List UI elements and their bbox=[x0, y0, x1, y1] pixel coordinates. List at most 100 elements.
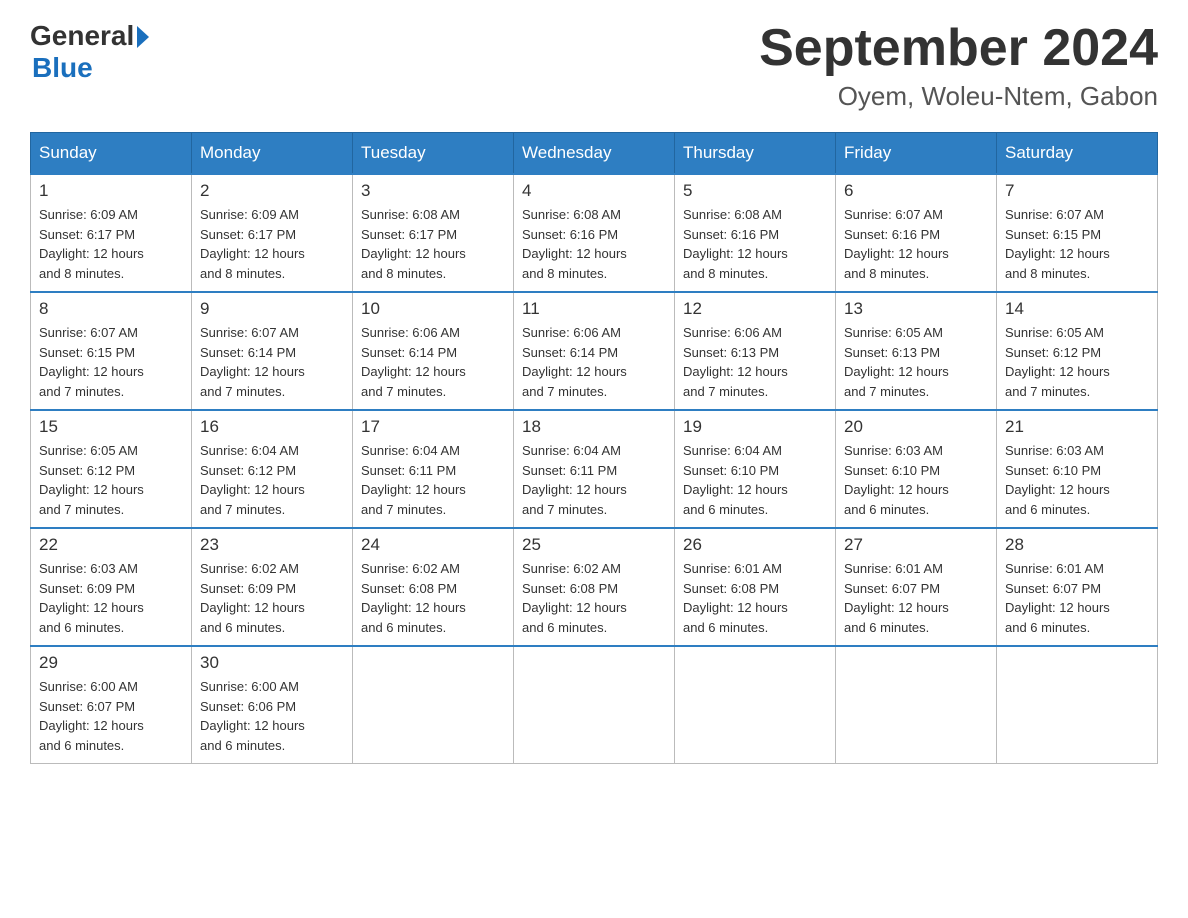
sunrise-label: Sunrise: 6:02 AM bbox=[522, 561, 621, 576]
table-row bbox=[836, 646, 997, 764]
sunset-label: Sunset: 6:08 PM bbox=[683, 581, 779, 596]
day-info: Sunrise: 6:02 AM Sunset: 6:08 PM Dayligh… bbox=[522, 559, 666, 637]
table-row: 16 Sunrise: 6:04 AM Sunset: 6:12 PM Dayl… bbox=[192, 410, 353, 528]
daylight-minutes: and 6 minutes. bbox=[39, 738, 124, 753]
day-info: Sunrise: 6:07 AM Sunset: 6:16 PM Dayligh… bbox=[844, 205, 988, 283]
sunset-label: Sunset: 6:09 PM bbox=[200, 581, 296, 596]
day-info: Sunrise: 6:03 AM Sunset: 6:09 PM Dayligh… bbox=[39, 559, 183, 637]
day-number: 6 bbox=[844, 181, 988, 201]
sunset-label: Sunset: 6:12 PM bbox=[200, 463, 296, 478]
day-number: 19 bbox=[683, 417, 827, 437]
table-row: 18 Sunrise: 6:04 AM Sunset: 6:11 PM Dayl… bbox=[514, 410, 675, 528]
daylight-minutes: and 7 minutes. bbox=[39, 384, 124, 399]
day-number: 22 bbox=[39, 535, 183, 555]
day-number: 30 bbox=[200, 653, 344, 673]
daylight-minutes: and 6 minutes. bbox=[683, 502, 768, 517]
daylight-label: Daylight: 12 hours bbox=[1005, 246, 1110, 261]
day-info: Sunrise: 6:02 AM Sunset: 6:08 PM Dayligh… bbox=[361, 559, 505, 637]
table-row: 23 Sunrise: 6:02 AM Sunset: 6:09 PM Dayl… bbox=[192, 528, 353, 646]
day-number: 12 bbox=[683, 299, 827, 319]
daylight-label: Daylight: 12 hours bbox=[844, 246, 949, 261]
sunrise-label: Sunrise: 6:07 AM bbox=[1005, 207, 1104, 222]
daylight-minutes: and 6 minutes. bbox=[1005, 620, 1090, 635]
sunrise-label: Sunrise: 6:01 AM bbox=[1005, 561, 1104, 576]
day-number: 25 bbox=[522, 535, 666, 555]
table-row: 29 Sunrise: 6:00 AM Sunset: 6:07 PM Dayl… bbox=[31, 646, 192, 764]
sunrise-label: Sunrise: 6:02 AM bbox=[200, 561, 299, 576]
sunset-label: Sunset: 6:11 PM bbox=[522, 463, 617, 478]
day-number: 29 bbox=[39, 653, 183, 673]
daylight-label: Daylight: 12 hours bbox=[39, 482, 144, 497]
sunrise-label: Sunrise: 6:04 AM bbox=[683, 443, 782, 458]
sunset-label: Sunset: 6:15 PM bbox=[1005, 227, 1101, 242]
sunset-label: Sunset: 6:06 PM bbox=[200, 699, 296, 714]
month-year-title: September 2024 bbox=[759, 20, 1158, 77]
table-row: 10 Sunrise: 6:06 AM Sunset: 6:14 PM Dayl… bbox=[353, 292, 514, 410]
daylight-label: Daylight: 12 hours bbox=[683, 246, 788, 261]
day-info: Sunrise: 6:09 AM Sunset: 6:17 PM Dayligh… bbox=[200, 205, 344, 283]
day-info: Sunrise: 6:08 AM Sunset: 6:16 PM Dayligh… bbox=[683, 205, 827, 283]
col-wednesday: Wednesday bbox=[514, 133, 675, 175]
day-number: 3 bbox=[361, 181, 505, 201]
calendar-week-4: 22 Sunrise: 6:03 AM Sunset: 6:09 PM Dayl… bbox=[31, 528, 1158, 646]
sunrise-label: Sunrise: 6:03 AM bbox=[1005, 443, 1104, 458]
daylight-label: Daylight: 12 hours bbox=[39, 246, 144, 261]
sunset-label: Sunset: 6:10 PM bbox=[683, 463, 779, 478]
daylight-minutes: and 6 minutes. bbox=[39, 620, 124, 635]
daylight-label: Daylight: 12 hours bbox=[39, 718, 144, 733]
day-number: 26 bbox=[683, 535, 827, 555]
daylight-minutes: and 6 minutes. bbox=[844, 620, 929, 635]
daylight-label: Daylight: 12 hours bbox=[361, 364, 466, 379]
table-row: 13 Sunrise: 6:05 AM Sunset: 6:13 PM Dayl… bbox=[836, 292, 997, 410]
sunset-label: Sunset: 6:13 PM bbox=[844, 345, 940, 360]
sunset-label: Sunset: 6:10 PM bbox=[844, 463, 940, 478]
daylight-minutes: and 7 minutes. bbox=[1005, 384, 1090, 399]
logo-triangle-icon bbox=[137, 26, 149, 48]
sunrise-label: Sunrise: 6:06 AM bbox=[361, 325, 460, 340]
table-row: 5 Sunrise: 6:08 AM Sunset: 6:16 PM Dayli… bbox=[675, 174, 836, 292]
day-number: 2 bbox=[200, 181, 344, 201]
sunset-label: Sunset: 6:16 PM bbox=[522, 227, 618, 242]
day-info: Sunrise: 6:01 AM Sunset: 6:07 PM Dayligh… bbox=[844, 559, 988, 637]
daylight-minutes: and 7 minutes. bbox=[844, 384, 929, 399]
daylight-label: Daylight: 12 hours bbox=[522, 482, 627, 497]
table-row: 30 Sunrise: 6:00 AM Sunset: 6:06 PM Dayl… bbox=[192, 646, 353, 764]
daylight-minutes: and 6 minutes. bbox=[844, 502, 929, 517]
daylight-label: Daylight: 12 hours bbox=[361, 600, 466, 615]
daylight-minutes: and 7 minutes. bbox=[522, 384, 607, 399]
daylight-minutes: and 6 minutes. bbox=[200, 620, 285, 635]
calendar-week-2: 8 Sunrise: 6:07 AM Sunset: 6:15 PM Dayli… bbox=[31, 292, 1158, 410]
day-info: Sunrise: 6:04 AM Sunset: 6:11 PM Dayligh… bbox=[522, 441, 666, 519]
sunset-label: Sunset: 6:12 PM bbox=[1005, 345, 1101, 360]
daylight-label: Daylight: 12 hours bbox=[1005, 364, 1110, 379]
day-number: 16 bbox=[200, 417, 344, 437]
sunset-label: Sunset: 6:17 PM bbox=[200, 227, 296, 242]
table-row: 9 Sunrise: 6:07 AM Sunset: 6:14 PM Dayli… bbox=[192, 292, 353, 410]
sunset-label: Sunset: 6:17 PM bbox=[39, 227, 135, 242]
col-thursday: Thursday bbox=[675, 133, 836, 175]
sunrise-label: Sunrise: 6:08 AM bbox=[361, 207, 460, 222]
sunset-label: Sunset: 6:08 PM bbox=[361, 581, 457, 596]
sunset-label: Sunset: 6:14 PM bbox=[522, 345, 618, 360]
logo: General Blue bbox=[30, 20, 149, 84]
day-number: 20 bbox=[844, 417, 988, 437]
day-info: Sunrise: 6:07 AM Sunset: 6:15 PM Dayligh… bbox=[1005, 205, 1149, 283]
daylight-minutes: and 8 minutes. bbox=[1005, 266, 1090, 281]
sunset-label: Sunset: 6:07 PM bbox=[1005, 581, 1101, 596]
daylight-minutes: and 8 minutes. bbox=[361, 266, 446, 281]
day-number: 11 bbox=[522, 299, 666, 319]
sunset-label: Sunset: 6:14 PM bbox=[200, 345, 296, 360]
table-row: 3 Sunrise: 6:08 AM Sunset: 6:17 PM Dayli… bbox=[353, 174, 514, 292]
daylight-label: Daylight: 12 hours bbox=[361, 482, 466, 497]
daylight-label: Daylight: 12 hours bbox=[683, 482, 788, 497]
calendar-week-3: 15 Sunrise: 6:05 AM Sunset: 6:12 PM Dayl… bbox=[31, 410, 1158, 528]
logo-blue: Blue bbox=[32, 52, 93, 84]
table-row: 26 Sunrise: 6:01 AM Sunset: 6:08 PM Dayl… bbox=[675, 528, 836, 646]
logo-general: General bbox=[30, 20, 134, 52]
day-info: Sunrise: 6:00 AM Sunset: 6:07 PM Dayligh… bbox=[39, 677, 183, 755]
table-row: 25 Sunrise: 6:02 AM Sunset: 6:08 PM Dayl… bbox=[514, 528, 675, 646]
day-info: Sunrise: 6:04 AM Sunset: 6:12 PM Dayligh… bbox=[200, 441, 344, 519]
sunrise-label: Sunrise: 6:03 AM bbox=[39, 561, 138, 576]
table-row: 12 Sunrise: 6:06 AM Sunset: 6:13 PM Dayl… bbox=[675, 292, 836, 410]
daylight-minutes: and 8 minutes. bbox=[39, 266, 124, 281]
